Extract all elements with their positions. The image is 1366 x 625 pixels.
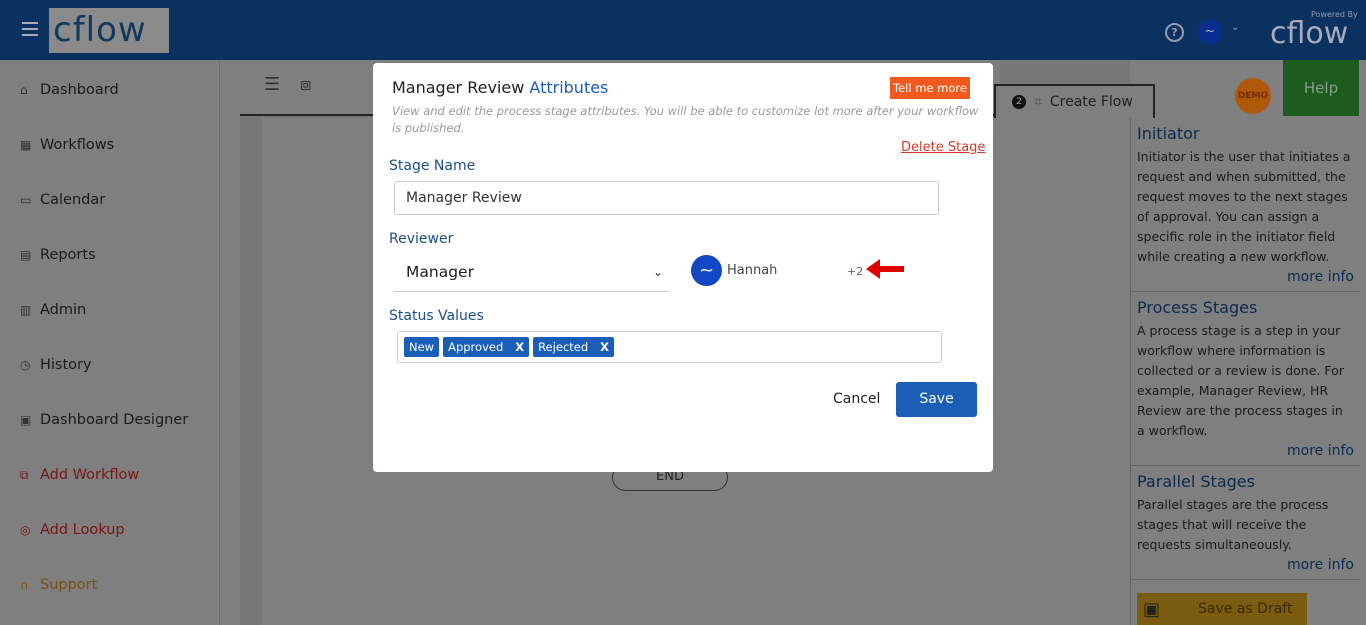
- label: Admin: [40, 302, 87, 318]
- section-title: Parallel Stages: [1137, 472, 1255, 491]
- status-values-input[interactable]: New Approved X Rejected X: [397, 331, 942, 363]
- more-info-link[interactable]: more info: [1137, 269, 1354, 285]
- save-button[interactable]: Save: [896, 382, 977, 417]
- section-title: Initiator: [1137, 124, 1200, 143]
- help-icon[interactable]: ?: [1165, 23, 1184, 42]
- tag-label: Rejected: [538, 340, 589, 354]
- section-text: Parallel stages are the process stages t…: [1137, 497, 1329, 552]
- section-text: A process stage is a step in your workfl…: [1137, 323, 1344, 438]
- save-draft-button[interactable]: ▣ Save as Draft: [1137, 593, 1307, 625]
- logo[interactable]: cflow: [49, 8, 169, 53]
- sidebar-item-add-workflow[interactable]: ⧉ Add Workflow: [20, 467, 139, 483]
- target-icon: ◎: [20, 523, 31, 537]
- sidebar-item-workflows[interactable]: ▦ Workflows: [20, 137, 114, 153]
- more-info-link[interactable]: more info: [1137, 443, 1354, 459]
- remove-tag-icon[interactable]: X: [600, 337, 609, 357]
- report-icon: ▤: [20, 248, 32, 262]
- more-reviewers-count[interactable]: +2: [847, 265, 863, 278]
- reviewer-label: Reviewer: [389, 231, 454, 247]
- user-avatar[interactable]: ~: [1198, 20, 1222, 44]
- reviewer-user: Hannah: [727, 263, 778, 278]
- more-info-link[interactable]: more info: [1137, 557, 1354, 573]
- top-bar: cflow ? ~ ⌄ Powered By cflow: [0, 0, 1366, 60]
- modal-description: View and edit the process stage attribut…: [392, 104, 979, 135]
- sidebar-item-admin[interactable]: ▥ Admin: [20, 302, 86, 318]
- menu-icon[interactable]: [22, 22, 38, 36]
- red-arrow-icon: [866, 259, 904, 279]
- sidebar-item-calendar[interactable]: ▭ Calendar: [20, 192, 105, 208]
- stage-name-label: Stage Name: [389, 158, 476, 174]
- help-section: Initiator Initiator is the user that init…: [1131, 118, 1360, 292]
- sidebar-item-add-lookup[interactable]: ◎ Add Lookup: [20, 522, 125, 538]
- tag-label: Approved: [448, 340, 504, 354]
- create-flow-tab[interactable]: 2 ⌗ Create Flow: [994, 84, 1155, 118]
- modal-title: Manager Review Attributes: [392, 78, 608, 97]
- label: Workflows: [40, 137, 115, 153]
- chevron-down-icon[interactable]: ⌄: [1231, 22, 1239, 33]
- powered-logo: cflow: [1270, 16, 1349, 51]
- sitemap-icon: ⧉: [20, 467, 29, 482]
- label: Dashboard: [40, 82, 119, 98]
- label: Add Workflow: [40, 467, 140, 483]
- sidebar-item-support[interactable]: ∩ Support: [20, 577, 97, 593]
- home-icon: ⌂: [20, 83, 28, 97]
- sidebar-item-dashboard[interactable]: ⌂ Dashboard: [20, 82, 119, 98]
- list-view-icon[interactable]: ☰: [264, 74, 280, 95]
- status-tag: Rejected X: [533, 337, 615, 357]
- demo-badge[interactable]: DEMO: [1235, 78, 1271, 114]
- reviewer-select[interactable]: Manager ⌄: [394, 256, 669, 292]
- tell-me-more-button[interactable]: Tell me more: [890, 77, 970, 99]
- status-values-label: Status Values: [389, 308, 484, 324]
- remove-tag-icon[interactable]: X: [515, 337, 524, 357]
- section-text: Initiator is the user that initiates a r…: [1137, 149, 1351, 264]
- sidebar-item-reports[interactable]: ▤ Reports: [20, 247, 96, 263]
- stage-name-input[interactable]: Manager Review: [394, 181, 939, 215]
- step-badge: 2: [1012, 95, 1026, 109]
- section-title: Process Stages: [1137, 298, 1258, 317]
- help-panel: Initiator Initiator is the user that init…: [1130, 118, 1360, 625]
- label: History: [40, 357, 92, 373]
- sidebar-item-dashboard-designer[interactable]: ▣ Dashboard Designer: [20, 412, 188, 428]
- label: Calendar: [40, 192, 106, 208]
- tree-view-icon[interactable]: ⧈: [300, 74, 311, 95]
- label: Save as Draft: [1198, 601, 1293, 617]
- book-icon: ▥: [20, 303, 32, 317]
- history-icon: ◷: [20, 358, 31, 372]
- help-section: Process Stages A process stage is a step …: [1131, 292, 1360, 466]
- label: Add Lookup: [40, 522, 125, 538]
- headset-icon: ∩: [20, 578, 29, 592]
- selected-value: Manager: [406, 263, 474, 281]
- label: Support: [40, 577, 98, 593]
- designer-icon: ▣: [20, 413, 32, 427]
- user-avatar: ~: [691, 255, 722, 286]
- status-tag: Approved X: [443, 337, 530, 357]
- label: Create Flow: [1049, 94, 1133, 110]
- save-icon: ▣: [1143, 598, 1161, 620]
- sidebar-item-history[interactable]: ◷ History: [20, 357, 92, 373]
- delete-stage-link[interactable]: Delete Stage: [901, 140, 985, 155]
- cancel-button[interactable]: Cancel: [833, 391, 880, 407]
- flow-icon: ⌗: [1034, 94, 1042, 110]
- stage-attributes-modal: Manager Review Attributes Tell me more V…: [373, 63, 993, 472]
- tag-label: New: [409, 340, 435, 354]
- calendar-icon: ▭: [20, 193, 32, 207]
- help-button[interactable]: Help: [1283, 60, 1359, 116]
- help-section: Parallel Stages Parallel stages are the p…: [1131, 466, 1360, 580]
- label: Dashboard Designer: [40, 412, 189, 428]
- title-suffix: Attributes: [529, 78, 609, 97]
- sidebar: ⌂ Dashboard ▦ Workflows ▭ Calendar ▤ Reports…: [0, 60, 220, 625]
- label: Reports: [40, 247, 96, 263]
- status-tag: New: [404, 337, 440, 357]
- grid-icon: ▦: [20, 138, 32, 152]
- title-main: Manager Review: [392, 78, 525, 97]
- chevron-down-icon: ⌄: [652, 265, 663, 279]
